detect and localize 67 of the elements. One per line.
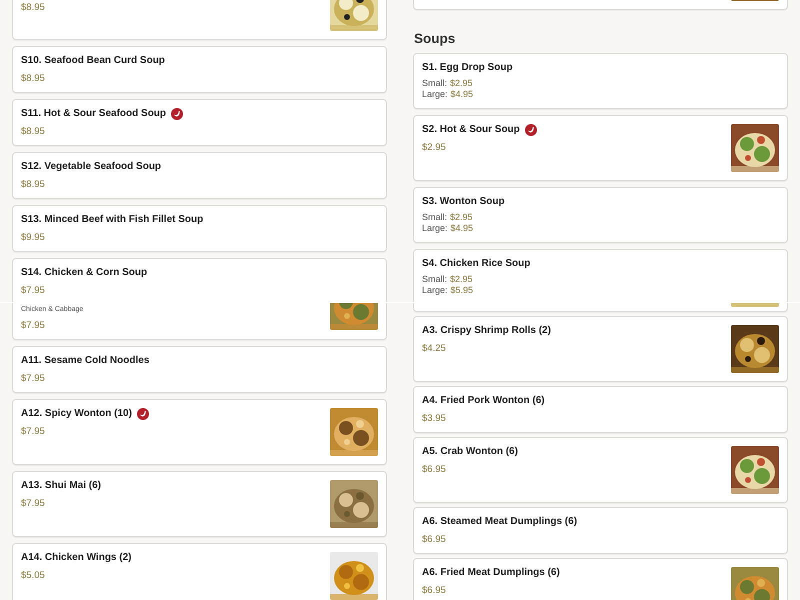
item-price: $4.25	[422, 343, 447, 354]
item-name: A11. Sesame Cold Noodles	[21, 355, 150, 367]
item-name: A12. Spicy Wonton (10)	[21, 408, 132, 420]
item-name: S13. Minced Beef with Fish Fillet Soup	[21, 214, 204, 226]
item-price: $8.95	[21, 179, 46, 190]
menu-item-card[interactable]: $8.95	[12, 0, 387, 40]
menu-item-card[interactable]: S3. Wonton Soup Small: $2.95 Large: $4.95	[413, 187, 788, 243]
item-name: S3. Wonton Soup	[422, 196, 505, 208]
menu-item-card[interactable]: A12. Spicy Wonton (10) $7.95	[12, 399, 387, 465]
item-price: $5.05	[21, 570, 46, 581]
menu-item-card[interactable]: A3. Crispy Shrimp Rolls (2) $4.25	[413, 316, 788, 382]
item-price: $8.95	[21, 126, 46, 137]
item-name: S10. Seafood Bean Curd Soup	[21, 55, 165, 67]
menu-item-card[interactable]: A6. Steamed Meat Dumplings (6) $6.95	[413, 507, 788, 554]
item-price: $6.95	[422, 464, 447, 475]
item-name: A4. Fried Pork Wonton (6)	[422, 395, 545, 407]
item-price: $2.95	[422, 142, 447, 153]
size-label: Small:	[422, 274, 448, 284]
item-name: A6. Steamed Meat Dumplings (6)	[422, 516, 578, 528]
item-price: $7.95	[21, 285, 46, 296]
item-price: $9.95	[21, 232, 46, 243]
item-price: $2.95	[450, 274, 473, 284]
item-name: A14. Chicken Wings (2)	[21, 552, 132, 564]
menu-item-card[interactable]: S2. Hot & Sour Soup $2.95	[413, 115, 788, 181]
item-price: $2.95	[450, 212, 473, 222]
item-name: A13. Shui Mai (6)	[21, 480, 102, 492]
item-price: $7.95	[21, 320, 46, 331]
item-price: $7.95	[21, 426, 46, 437]
item-price: $8.95	[21, 2, 45, 13]
size-label: Large:	[422, 223, 448, 233]
size-label: Large:	[422, 285, 448, 295]
item-name: S4. Chicken Rice Soup	[422, 258, 530, 270]
menu-item-card[interactable]: S1. Egg Drop Soup Small: $2.95 Large: $4.95	[413, 53, 788, 109]
item-price: $6.95	[422, 534, 447, 545]
menu-item-card[interactable]: A6. Fried Meat Dumplings (6) $6.95	[413, 558, 788, 600]
size-label: Large:	[422, 89, 448, 99]
item-price: $7.95	[21, 373, 46, 384]
item-name: A5. Crab Wonton (6)	[422, 446, 518, 458]
menu-item-card[interactable]: A14. Chicken Wings (2) $5.05	[12, 543, 387, 600]
size-label: Small:	[422, 78, 448, 88]
menu-item-card[interactable]: S4. Chicken Rice Soup Small: $2.95 Large: $5.95	[413, 249, 788, 302]
item-name: S11. Hot & Sour Seafood Soup	[21, 108, 166, 120]
menu-item-card[interactable]: S13. Minced Beef with Fish Fillet Soup $9.95	[12, 205, 387, 252]
menu-item-card[interactable]: A5. Crab Wonton (6) $6.95	[413, 437, 788, 503]
item-price: $5.95	[450, 285, 474, 295]
menu-item-card[interactable]: S12. Vegetable Seafood Soup $8.95	[12, 152, 387, 199]
menu-item-card[interactable]: A4. Fried Pork Wonton (6) $3.95	[413, 386, 788, 433]
section-heading: Soups	[414, 30, 456, 47]
menu-item-card[interactable]: S10. Seafood Bean Curd Soup $8.95	[12, 46, 387, 93]
item-name: A6. Fried Meat Dumplings (6)	[422, 567, 560, 579]
item-name: S1. Egg Drop Soup	[422, 62, 513, 74]
menu-item-card[interactable]: A13. Shui Mai (6) $7.95	[12, 471, 387, 537]
menu-item-card[interactable]: A11. Sesame Cold Noodles $7.95	[12, 346, 387, 393]
item-price: $4.95	[450, 89, 474, 99]
menu-item-card[interactable]: S14. Chicken & Corn Soup $7.95	[12, 258, 387, 302]
item-price: $7.95	[21, 498, 46, 509]
item-name: S2. Hot & Sour Soup	[422, 124, 520, 136]
item-name: S12. Vegetable Seafood Soup	[21, 161, 162, 173]
item-price: $2.95	[450, 78, 473, 88]
menu-item-card[interactable]: S11. Hot & Sour Seafood Soup $8.95	[12, 99, 387, 146]
item-price: $4.95	[450, 223, 474, 233]
item-price: $3.95	[422, 413, 447, 424]
item-price: $8.95	[21, 73, 46, 84]
item-name: S14. Chicken & Corn Soup	[21, 267, 148, 279]
size-label: Small:	[422, 212, 448, 222]
item-price: $6.95	[422, 585, 447, 596]
item-name: A3. Crispy Shrimp Rolls (2)	[422, 325, 551, 337]
